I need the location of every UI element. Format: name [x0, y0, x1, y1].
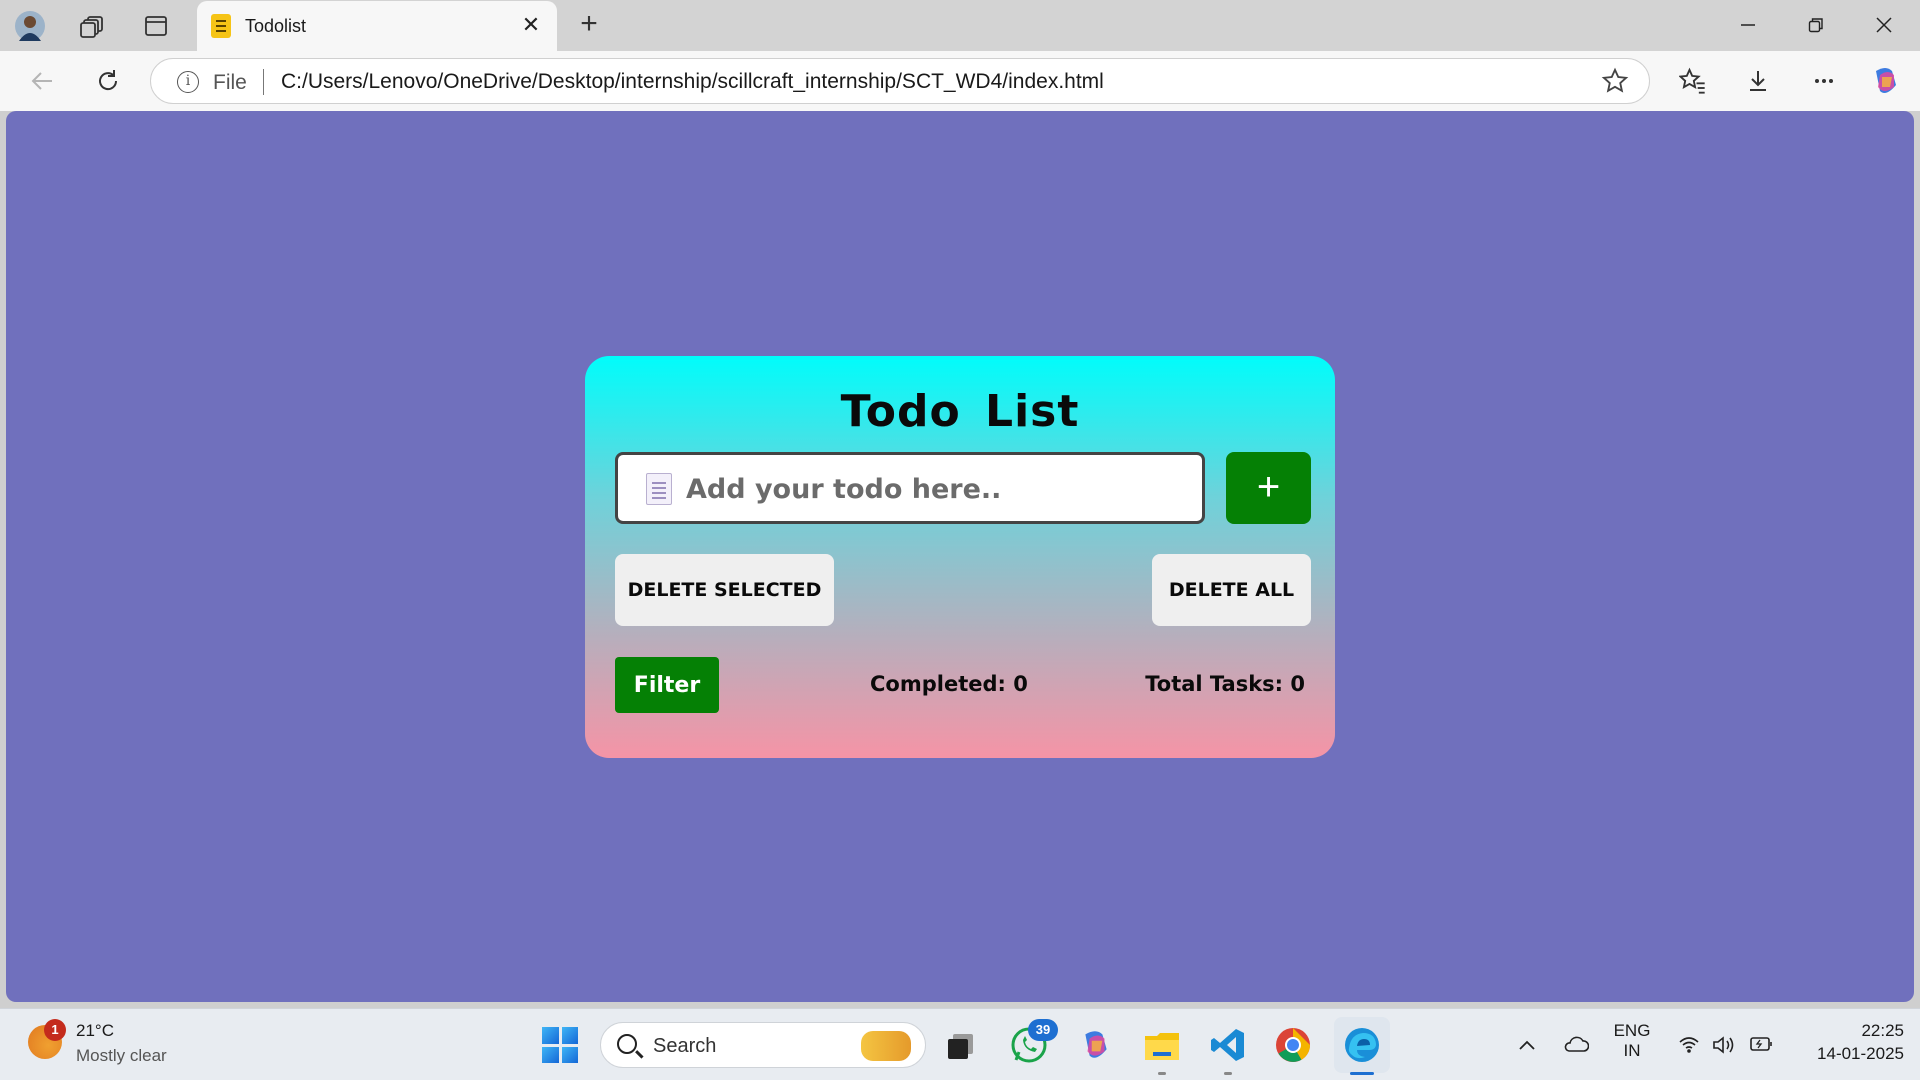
edge-icon[interactable]	[1342, 1025, 1382, 1065]
more-menu-icon[interactable]	[1804, 61, 1844, 101]
site-info-icon[interactable]: i	[177, 71, 199, 93]
whatsapp-badge: 39	[1028, 1019, 1058, 1041]
vscode-indicator	[1224, 1072, 1232, 1075]
todo-card: Todo List + DELETE SELECTED DELETE ALL F…	[585, 356, 1335, 758]
tab-close-icon[interactable]: ✕	[517, 11, 545, 39]
profile-avatar[interactable]	[12, 8, 48, 44]
copilot-icon[interactable]	[1866, 61, 1906, 101]
show-hidden-icons-chevron[interactable]	[1516, 1035, 1538, 1055]
url-separator	[263, 69, 264, 95]
weather-badge: 1	[44, 1019, 66, 1041]
search-highlight-icon	[861, 1031, 911, 1061]
downloads-icon[interactable]	[1738, 61, 1778, 101]
file-explorer-indicator	[1158, 1072, 1166, 1075]
delete-all-button[interactable]: DELETE ALL	[1152, 554, 1311, 626]
back-icon[interactable]	[22, 61, 62, 101]
close-window-icon[interactable]	[1864, 8, 1904, 42]
battery-icon[interactable]	[1748, 1035, 1774, 1055]
weather-temperature[interactable]: 21°C	[76, 1021, 114, 1041]
clock-time: 22:25	[1861, 1021, 1904, 1040]
browser-toolbar: i File C:/Users/Lenovo/OneDrive/Desktop/…	[0, 51, 1920, 111]
task-view-icon[interactable]	[940, 1025, 980, 1065]
file-explorer-icon[interactable]	[1142, 1025, 1182, 1065]
copilot-app-icon[interactable]	[1076, 1025, 1116, 1065]
tab-todolist[interactable]: Todolist ✕	[197, 1, 557, 51]
todo-input[interactable]	[686, 467, 1186, 511]
volume-icon[interactable]	[1712, 1035, 1738, 1055]
clipboard-icon	[211, 14, 231, 38]
page-title: Todo List	[840, 386, 1080, 437]
tab-title: Todolist	[245, 16, 307, 36]
chrome-icon[interactable]	[1273, 1025, 1313, 1065]
vscode-icon[interactable]	[1208, 1025, 1248, 1065]
completed-count: Completed: 0	[870, 672, 1028, 696]
clock[interactable]: 22:25 14-01-2025	[1794, 1021, 1904, 1064]
add-todo-button[interactable]: +	[1226, 452, 1311, 524]
favorites-icon[interactable]	[1673, 61, 1713, 101]
page-viewport: Todo List + DELETE SELECTED DELETE ALL F…	[6, 111, 1914, 1002]
language-indicator[interactable]: ENG IN	[1610, 1021, 1654, 1061]
minimize-icon[interactable]	[1728, 8, 1768, 42]
url-text[interactable]: C:/Users/Lenovo/OneDrive/Desktop/interns…	[281, 70, 1104, 94]
vertical-tabs-icon[interactable]	[138, 8, 174, 44]
windows-start-icon[interactable]	[542, 1027, 578, 1063]
edge-indicator	[1350, 1072, 1374, 1075]
filter-button[interactable]: Filter	[615, 657, 719, 713]
windows-taskbar: 1 21°C Mostly clear Search 39 ENG IN 22:…	[0, 1008, 1920, 1080]
notepad-icon	[646, 473, 672, 505]
region-code: IN	[1623, 1041, 1641, 1060]
weather-description[interactable]: Mostly clear	[76, 1046, 167, 1066]
wifi-icon[interactable]	[1678, 1035, 1700, 1055]
search-icon	[617, 1034, 637, 1054]
taskbar-search-label: Search	[653, 1035, 717, 1057]
clock-date: 14-01-2025	[1817, 1044, 1904, 1063]
refresh-icon[interactable]	[88, 61, 128, 101]
delete-selected-button[interactable]: DELETE SELECTED	[615, 554, 834, 626]
favorite-star-icon[interactable]	[1601, 67, 1631, 97]
address-bar[interactable]: i File C:/Users/Lenovo/OneDrive/Desktop/…	[150, 58, 1650, 104]
new-tab-button[interactable]: +	[572, 8, 606, 42]
browser-tab-bar: Todolist ✕ +	[0, 0, 1920, 51]
onedrive-cloud-icon[interactable]	[1562, 1035, 1590, 1055]
restore-icon[interactable]	[1796, 8, 1836, 42]
todo-input-container[interactable]	[615, 452, 1205, 524]
taskbar-search[interactable]: Search	[600, 1022, 926, 1068]
language-code: ENG	[1613, 1021, 1651, 1040]
total-tasks-count: Total Tasks: 0	[1145, 672, 1305, 696]
url-scheme: File	[213, 71, 247, 94]
workspaces-icon[interactable]	[74, 8, 110, 44]
